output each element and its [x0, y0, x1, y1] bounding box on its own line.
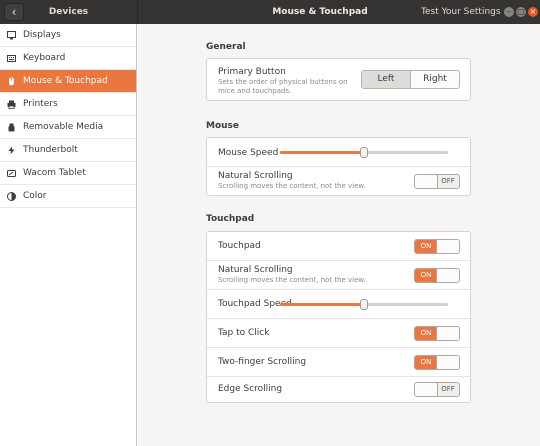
- mouse-speed-fill: [280, 151, 364, 154]
- mouse-speed-slider[interactable]: [280, 147, 448, 158]
- keyboard-icon: [7, 54, 16, 63]
- display-icon: [7, 31, 16, 40]
- primary-button-description: Sets the order of physical buttons on mi…: [218, 78, 348, 95]
- touchpad-natural-scrolling-label: Natural Scrolling: [218, 265, 293, 275]
- two-finger-scrolling-switch[interactable]: ON: [414, 355, 460, 370]
- edge-scrolling-switch[interactable]: OFF: [414, 382, 460, 397]
- removable-media-icon: [7, 123, 16, 132]
- section-title-general: General: [206, 42, 246, 52]
- primary-button-left[interactable]: Left: [362, 71, 411, 88]
- switch-knob: [415, 383, 438, 396]
- maximize-icon: □: [517, 7, 525, 16]
- sidebar-item-label: Displays: [23, 30, 61, 40]
- minimize-icon: –: [507, 7, 511, 16]
- touchpad-natural-scrolling-row: Natural Scrolling Scrolling moves the co…: [207, 261, 470, 290]
- edge-scrolling-label: Edge Scrolling: [218, 384, 283, 394]
- touchpad-switch[interactable]: ON: [414, 239, 460, 254]
- color-icon: [7, 192, 16, 201]
- tablet-icon: [7, 169, 16, 178]
- primary-button-label: Primary Button: [218, 67, 286, 77]
- touchpad-natural-scrolling-switch[interactable]: ON: [414, 268, 460, 283]
- primary-button-row: Primary Button Sets the order of physica…: [207, 59, 470, 100]
- mouse-speed-handle[interactable]: [360, 147, 368, 158]
- sidebar-item-label: Printers: [23, 99, 58, 109]
- touchpad-speed-handle[interactable]: [360, 299, 368, 310]
- switch-state-label: OFF: [441, 385, 455, 393]
- two-finger-scrolling-row: Two-finger Scrolling ON: [207, 348, 470, 377]
- mouse-icon: [7, 77, 16, 86]
- sidebar-item-color[interactable]: Color: [0, 185, 136, 208]
- tap-to-click-row: Tap to Click ON: [207, 319, 470, 348]
- switch-knob: [436, 240, 459, 253]
- sidebar-item-thunderbolt[interactable]: Thunderbolt: [0, 139, 136, 162]
- sidebar-item-mouse-touchpad[interactable]: Mouse & Touchpad: [0, 70, 136, 93]
- two-finger-scrolling-label: Two-finger Scrolling: [218, 357, 307, 367]
- touchpad-card: Touchpad ON Natural Scrolling Scrolling …: [206, 231, 471, 403]
- switch-state-label: OFF: [441, 177, 455, 185]
- sidebar-item-label: Color: [23, 191, 47, 201]
- switch-state-label: ON: [415, 240, 437, 253]
- header-divider: [137, 0, 138, 24]
- switch-state-label: ON: [415, 269, 437, 282]
- sidebar-item-label: Removable Media: [23, 122, 104, 132]
- edge-scrolling-row: Edge Scrolling OFF: [207, 377, 470, 402]
- section-title-mouse: Mouse: [206, 121, 240, 131]
- primary-button-switcher: Left Right: [361, 70, 460, 89]
- section-title-touchpad: Touchpad: [206, 214, 255, 224]
- maximize-button[interactable]: □: [516, 7, 526, 17]
- mouse-natural-scrolling-label: Natural Scrolling: [218, 171, 293, 181]
- mouse-card: Mouse Speed Natural Scrolling Scrolling …: [206, 137, 471, 196]
- window-title: Mouse & Touchpad: [272, 7, 368, 17]
- sidebar-item-displays[interactable]: Displays: [0, 24, 136, 47]
- tap-to-click-switch[interactable]: ON: [414, 326, 460, 341]
- switch-knob: [436, 356, 459, 369]
- switch-state-label: ON: [415, 327, 437, 340]
- primary-button-right[interactable]: Right: [411, 71, 459, 88]
- sidebar-item-label: Thunderbolt: [23, 145, 78, 155]
- touchpad-speed-slider[interactable]: [280, 299, 448, 310]
- sidebar-item-printers[interactable]: Printers: [0, 93, 136, 116]
- printer-icon: [7, 100, 16, 109]
- tap-to-click-label: Tap to Click: [218, 328, 270, 338]
- sidebar-item-label: Mouse & Touchpad: [23, 76, 108, 86]
- mouse-natural-scrolling-row: Natural Scrolling Scrolling moves the co…: [207, 167, 470, 195]
- sidebar-header-title: Devices: [48, 7, 89, 17]
- settings-panel: General Primary Button Sets the order of…: [138, 24, 540, 446]
- touchpad-label: Touchpad: [218, 241, 261, 251]
- mouse-speed-row: Mouse Speed: [207, 138, 470, 167]
- mouse-natural-scrolling-description: Scrolling moves the content, not the vie…: [218, 182, 366, 190]
- touchpad-natural-scrolling-description: Scrolling moves the content, not the vie…: [218, 276, 366, 284]
- sidebar-item-wacom-tablet[interactable]: Wacom Tablet: [0, 162, 136, 185]
- window-subtitle[interactable]: Test Your Settings: [421, 0, 501, 24]
- touchpad-speed-row: Touchpad Speed: [207, 290, 470, 319]
- switch-state-label: ON: [415, 356, 437, 369]
- close-icon: ×: [529, 7, 537, 16]
- title-bar: ‹ Devices Mouse & Touchpad Test Your Set…: [0, 0, 540, 24]
- minimize-button[interactable]: –: [504, 7, 514, 17]
- thunderbolt-icon: [7, 146, 16, 155]
- switch-knob: [415, 175, 438, 188]
- sidebar-item-keyboard[interactable]: Keyboard: [0, 47, 136, 70]
- sidebar: Displays Keyboard Mouse & Touchpad Print…: [0, 24, 137, 446]
- sidebar-item-removable-media[interactable]: Removable Media: [0, 116, 136, 139]
- sidebar-item-label: Wacom Tablet: [23, 168, 86, 178]
- mouse-natural-scrolling-switch[interactable]: OFF: [414, 174, 460, 189]
- touchpad-speed-fill: [280, 303, 364, 306]
- mouse-speed-label: Mouse Speed: [218, 148, 279, 158]
- general-card: Primary Button Sets the order of physica…: [206, 58, 471, 101]
- close-button[interactable]: ×: [528, 7, 538, 17]
- switch-knob: [436, 327, 459, 340]
- sidebar-item-label: Keyboard: [23, 53, 66, 63]
- touchpad-row: Touchpad ON: [207, 232, 470, 261]
- switch-knob: [436, 269, 459, 282]
